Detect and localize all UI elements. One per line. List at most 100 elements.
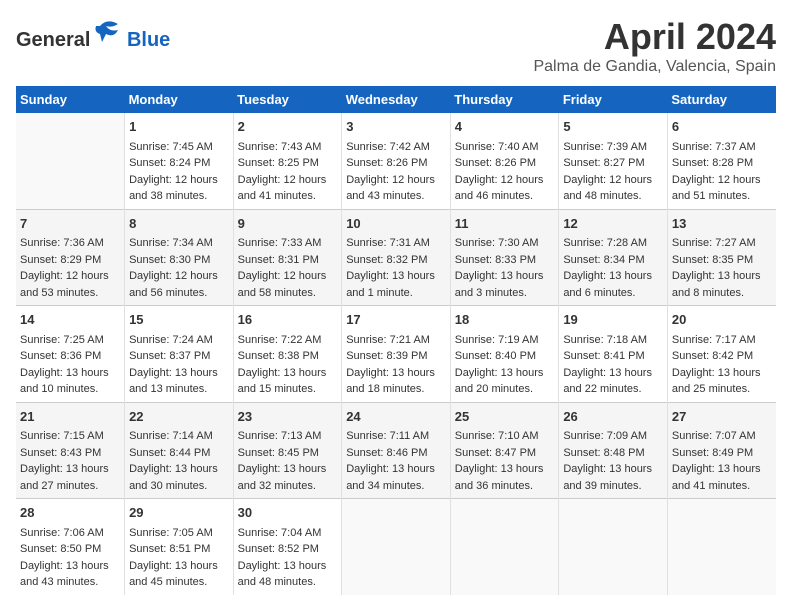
cell-text: and 13 minutes. bbox=[129, 381, 229, 398]
day-number: 3 bbox=[346, 117, 446, 137]
day-number: 20 bbox=[672, 310, 772, 330]
day-number: 19 bbox=[563, 310, 663, 330]
col-header-sunday: Sunday bbox=[16, 86, 125, 113]
cell-text: and 48 minutes. bbox=[238, 574, 338, 591]
cell-text: Sunset: 8:33 PM bbox=[455, 252, 555, 269]
day-number: 10 bbox=[346, 214, 446, 234]
cell-text: Daylight: 12 hours bbox=[129, 172, 229, 189]
col-header-friday: Friday bbox=[559, 86, 668, 113]
cell-text: and 34 minutes. bbox=[346, 478, 446, 495]
cell-text: and 41 minutes. bbox=[238, 188, 338, 205]
cell-text: Sunset: 8:51 PM bbox=[129, 541, 229, 558]
calendar-cell-w2-d3: 9Sunrise: 7:33 AMSunset: 8:31 PMDaylight… bbox=[233, 209, 342, 306]
calendar-cell-w5-d3: 30Sunrise: 7:04 AMSunset: 8:52 PMDayligh… bbox=[233, 499, 342, 595]
cell-text: Sunset: 8:26 PM bbox=[455, 155, 555, 172]
cell-text: and 41 minutes. bbox=[672, 478, 772, 495]
cell-text: and 53 minutes. bbox=[20, 285, 120, 302]
cell-text: and 3 minutes. bbox=[455, 285, 555, 302]
cell-text: and 27 minutes. bbox=[20, 478, 120, 495]
logo-blue: Blue bbox=[127, 29, 170, 51]
cell-text: Daylight: 13 hours bbox=[672, 461, 772, 478]
cell-text: Sunset: 8:36 PM bbox=[20, 348, 120, 365]
cell-text: and 38 minutes. bbox=[129, 188, 229, 205]
cell-text: Sunrise: 7:18 AM bbox=[563, 332, 663, 349]
cell-text: Daylight: 13 hours bbox=[455, 461, 555, 478]
cell-text: and 48 minutes. bbox=[563, 188, 663, 205]
cell-text: Sunrise: 7:21 AM bbox=[346, 332, 446, 349]
calendar-cell-w4-d2: 22Sunrise: 7:14 AMSunset: 8:44 PMDayligh… bbox=[125, 402, 234, 499]
logo-bird-icon bbox=[92, 16, 122, 46]
day-number: 12 bbox=[563, 214, 663, 234]
cell-text: Sunset: 8:34 PM bbox=[563, 252, 663, 269]
cell-text: Daylight: 13 hours bbox=[563, 268, 663, 285]
cell-text: Sunrise: 7:34 AM bbox=[129, 235, 229, 252]
cell-text: Daylight: 13 hours bbox=[238, 461, 338, 478]
cell-text: Sunrise: 7:27 AM bbox=[672, 235, 772, 252]
day-number: 29 bbox=[129, 503, 229, 523]
cell-text: Sunrise: 7:33 AM bbox=[238, 235, 338, 252]
cell-text: Sunset: 8:38 PM bbox=[238, 348, 338, 365]
calendar-cell-w2-d5: 11Sunrise: 7:30 AMSunset: 8:33 PMDayligh… bbox=[450, 209, 559, 306]
calendar-cell-w4-d4: 24Sunrise: 7:11 AMSunset: 8:46 PMDayligh… bbox=[342, 402, 451, 499]
day-number: 4 bbox=[455, 117, 555, 137]
calendar-cell-w4-d7: 27Sunrise: 7:07 AMSunset: 8:49 PMDayligh… bbox=[667, 402, 776, 499]
cell-text: Sunset: 8:52 PM bbox=[238, 541, 338, 558]
cell-text: Sunrise: 7:14 AM bbox=[129, 428, 229, 445]
cell-text: Sunrise: 7:24 AM bbox=[129, 332, 229, 349]
cell-text: and 36 minutes. bbox=[455, 478, 555, 495]
day-number: 2 bbox=[238, 117, 338, 137]
cell-text: Sunrise: 7:07 AM bbox=[672, 428, 772, 445]
cell-text: Sunrise: 7:43 AM bbox=[238, 139, 338, 156]
calendar-cell-w1-d4: 3Sunrise: 7:42 AMSunset: 8:26 PMDaylight… bbox=[342, 113, 451, 209]
cell-text: Sunset: 8:47 PM bbox=[455, 445, 555, 462]
cell-text: and 20 minutes. bbox=[455, 381, 555, 398]
day-number: 11 bbox=[455, 214, 555, 234]
title-area: April 2024 Palma de Gandia, Valencia, Sp… bbox=[533, 16, 776, 76]
col-header-monday: Monday bbox=[125, 86, 234, 113]
day-number: 1 bbox=[129, 117, 229, 137]
cell-text: Sunset: 8:44 PM bbox=[129, 445, 229, 462]
cell-text: Daylight: 13 hours bbox=[346, 268, 446, 285]
logo-general: General bbox=[16, 29, 90, 51]
cell-text: Sunset: 8:49 PM bbox=[672, 445, 772, 462]
cell-text: and 45 minutes. bbox=[129, 574, 229, 591]
cell-text: Sunrise: 7:36 AM bbox=[20, 235, 120, 252]
calendar-cell-w1-d1 bbox=[16, 113, 125, 209]
calendar-week-4: 21Sunrise: 7:15 AMSunset: 8:43 PMDayligh… bbox=[16, 402, 776, 499]
cell-text: Sunrise: 7:13 AM bbox=[238, 428, 338, 445]
cell-text: Sunrise: 7:28 AM bbox=[563, 235, 663, 252]
cell-text: Sunset: 8:31 PM bbox=[238, 252, 338, 269]
cell-text: Sunrise: 7:25 AM bbox=[20, 332, 120, 349]
cell-text: Sunset: 8:25 PM bbox=[238, 155, 338, 172]
cell-text: Sunset: 8:48 PM bbox=[563, 445, 663, 462]
cell-text: Sunrise: 7:22 AM bbox=[238, 332, 338, 349]
cell-text: Daylight: 13 hours bbox=[455, 365, 555, 382]
cell-text: Daylight: 13 hours bbox=[563, 365, 663, 382]
col-header-saturday: Saturday bbox=[667, 86, 776, 113]
calendar-cell-w4-d6: 26Sunrise: 7:09 AMSunset: 8:48 PMDayligh… bbox=[559, 402, 668, 499]
cell-text: Sunset: 8:26 PM bbox=[346, 155, 446, 172]
cell-text: Sunrise: 7:11 AM bbox=[346, 428, 446, 445]
calendar-cell-w2-d6: 12Sunrise: 7:28 AMSunset: 8:34 PMDayligh… bbox=[559, 209, 668, 306]
cell-text: and 18 minutes. bbox=[346, 381, 446, 398]
calendar-cell-w2-d7: 13Sunrise: 7:27 AMSunset: 8:35 PMDayligh… bbox=[667, 209, 776, 306]
cell-text: Sunrise: 7:06 AM bbox=[20, 525, 120, 542]
cell-text: Sunset: 8:50 PM bbox=[20, 541, 120, 558]
cell-text: Sunrise: 7:17 AM bbox=[672, 332, 772, 349]
calendar-cell-w1-d5: 4Sunrise: 7:40 AMSunset: 8:26 PMDaylight… bbox=[450, 113, 559, 209]
cell-text: and 8 minutes. bbox=[672, 285, 772, 302]
calendar-cell-w2-d4: 10Sunrise: 7:31 AMSunset: 8:32 PMDayligh… bbox=[342, 209, 451, 306]
cell-text: Sunset: 8:46 PM bbox=[346, 445, 446, 462]
cell-text: Daylight: 13 hours bbox=[238, 365, 338, 382]
cell-text: Sunrise: 7:39 AM bbox=[563, 139, 663, 156]
cell-text: Daylight: 12 hours bbox=[672, 172, 772, 189]
cell-text: Sunset: 8:41 PM bbox=[563, 348, 663, 365]
day-number: 27 bbox=[672, 407, 772, 427]
day-number: 28 bbox=[20, 503, 120, 523]
cell-text: Daylight: 12 hours bbox=[455, 172, 555, 189]
cell-text: Sunrise: 7:37 AM bbox=[672, 139, 772, 156]
cell-text: Sunset: 8:28 PM bbox=[672, 155, 772, 172]
day-number: 25 bbox=[455, 407, 555, 427]
day-number: 6 bbox=[672, 117, 772, 137]
calendar-week-2: 7Sunrise: 7:36 AMSunset: 8:29 PMDaylight… bbox=[16, 209, 776, 306]
